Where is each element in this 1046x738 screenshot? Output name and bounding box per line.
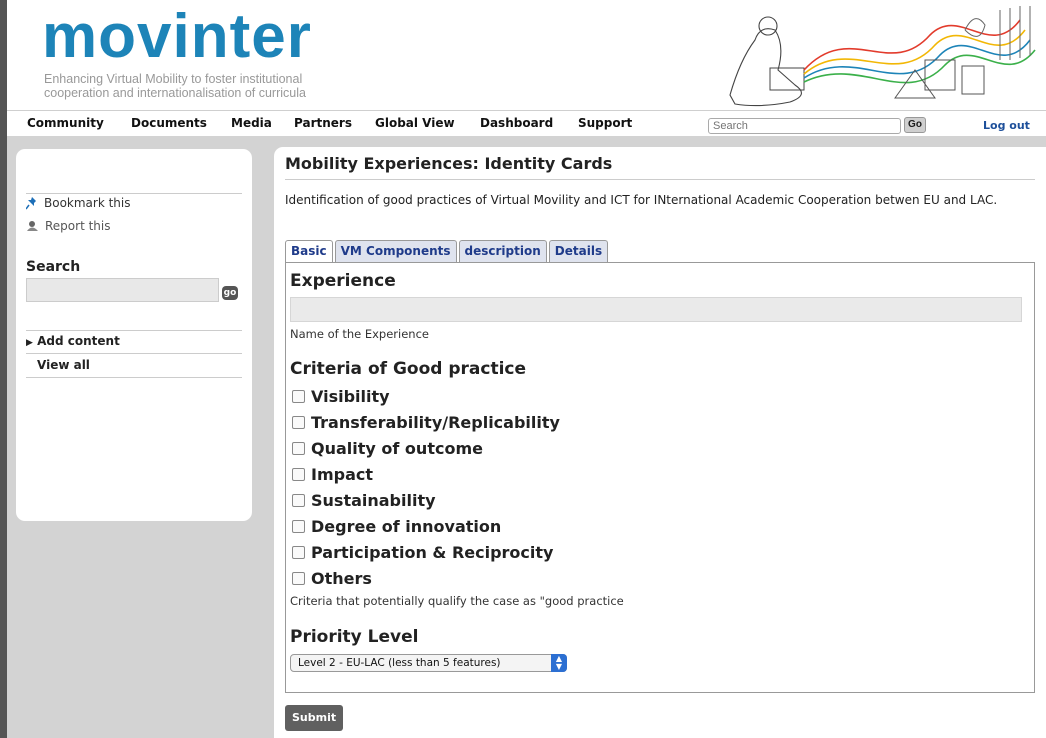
triangle-right-icon: ▶ <box>26 338 33 348</box>
criterion-label: Visibility <box>311 387 390 406</box>
left-edge-bar <box>0 0 7 738</box>
main-content: Mobility Experiences: Identity Cards Ide… <box>274 147 1046 738</box>
nav-search-go-button[interactable]: Go <box>904 117 926 133</box>
report-label: Report this <box>45 219 111 233</box>
criterion-others[interactable]: Others <box>292 569 372 588</box>
sidebar-search-go-button[interactable]: go <box>222 286 238 300</box>
checkbox[interactable] <box>292 390 305 403</box>
sidebar: Bookmark this Report this Search go ▶ Ad… <box>16 149 252 521</box>
tab-description[interactable]: description <box>458 240 547 262</box>
tab-details[interactable]: Details <box>548 240 609 262</box>
sidebar-divider <box>26 353 242 354</box>
nav-item-media[interactable]: Media <box>231 116 272 130</box>
criterion-label: Degree of innovation <box>311 517 502 536</box>
nav-item-global-view[interactable]: Global View <box>375 116 455 130</box>
criterion-transferability[interactable]: Transferability/Replicability <box>292 413 560 432</box>
sidebar-divider <box>26 330 242 331</box>
report-link[interactable]: Report this <box>26 219 111 233</box>
experience-help: Name of the Experience <box>290 327 429 341</box>
bookmark-label: Bookmark this <box>44 196 131 210</box>
criteria-help: Criteria that potentially qualify the ca… <box>290 594 624 608</box>
logout-link[interactable]: Log out <box>983 119 1030 132</box>
bookmark-link[interactable]: Bookmark this <box>26 196 131 210</box>
view-all-link[interactable]: View all <box>37 358 90 372</box>
checkbox[interactable] <box>292 468 305 481</box>
criterion-label: Others <box>311 569 372 588</box>
experience-input[interactable] <box>290 297 1022 322</box>
criteria-heading: Criteria of Good practice <box>290 359 526 379</box>
page-intro: Identification of good practices of Virt… <box>285 193 998 207</box>
checkbox[interactable] <box>292 520 305 533</box>
criterion-participation[interactable]: Participation & Reciprocity <box>292 543 553 562</box>
sidebar-search-input[interactable] <box>26 278 219 302</box>
checkbox[interactable] <box>292 494 305 507</box>
add-content-label: Add content <box>37 334 120 348</box>
sidebar-divider <box>26 377 242 378</box>
nav-item-documents[interactable]: Documents <box>131 116 207 130</box>
page-title: Mobility Experiences: Identity Cards <box>285 154 613 173</box>
tagline-line-1: Enhancing Virtual Mobility to foster ins… <box>44 72 303 86</box>
tab-vm-components[interactable]: VM Components <box>334 240 457 262</box>
priority-selected-value: Level 2 - EU-LAC (less than 5 features) <box>298 657 501 669</box>
nav-item-partners[interactable]: Partners <box>294 116 352 130</box>
submit-button[interactable]: Submit <box>285 705 344 731</box>
checkbox[interactable] <box>292 546 305 559</box>
checkbox[interactable] <box>292 416 305 429</box>
form-tabs: Basic VM Components description Details <box>285 240 609 263</box>
sidebar-divider <box>26 193 242 194</box>
criterion-label: Impact <box>311 465 374 484</box>
site-tagline: Enhancing Virtual Mobility to foster ins… <box>44 72 364 100</box>
nav-item-support[interactable]: Support <box>578 116 632 130</box>
pushpin-icon <box>26 196 36 209</box>
nav-search-input[interactable] <box>708 118 901 134</box>
criterion-impact[interactable]: Impact <box>292 465 373 484</box>
checkbox[interactable] <box>292 572 305 585</box>
criterion-innovation[interactable]: Degree of innovation <box>292 517 501 536</box>
priority-heading: Priority Level <box>290 627 419 647</box>
criterion-sustainability[interactable]: Sustainability <box>292 491 436 510</box>
tab-basic[interactable]: Basic <box>285 240 333 263</box>
criterion-label: Quality of outcome <box>311 439 483 458</box>
criterion-label: Transferability/Replicability <box>311 413 560 432</box>
criterion-quality[interactable]: Quality of outcome <box>292 439 483 458</box>
criterion-label: Sustainability <box>311 491 436 510</box>
report-icon <box>27 221 38 231</box>
add-content-link[interactable]: ▶ Add content <box>26 334 120 348</box>
select-arrows-icon: ▲ ▼ <box>551 654 567 672</box>
nav-item-dashboard[interactable]: Dashboard <box>480 116 553 130</box>
criterion-visibility[interactable]: Visibility <box>292 387 390 406</box>
experience-heading: Experience <box>290 271 396 291</box>
priority-select[interactable]: Level 2 - EU-LAC (less than 5 features) … <box>290 654 567 672</box>
nav-item-community[interactable]: Community <box>27 116 104 130</box>
header-illustration <box>729 6 1036 107</box>
criterion-label: Participation & Reciprocity <box>311 543 554 562</box>
title-divider <box>285 179 1035 180</box>
tagline-line-2: cooperation and internationalisation of … <box>44 86 306 100</box>
site-logo[interactable]: movinter <box>42 6 312 68</box>
form-panel: Experience Name of the Experience Criter… <box>285 262 1035 693</box>
checkbox[interactable] <box>292 442 305 455</box>
sidebar-search-title: Search <box>26 259 81 275</box>
